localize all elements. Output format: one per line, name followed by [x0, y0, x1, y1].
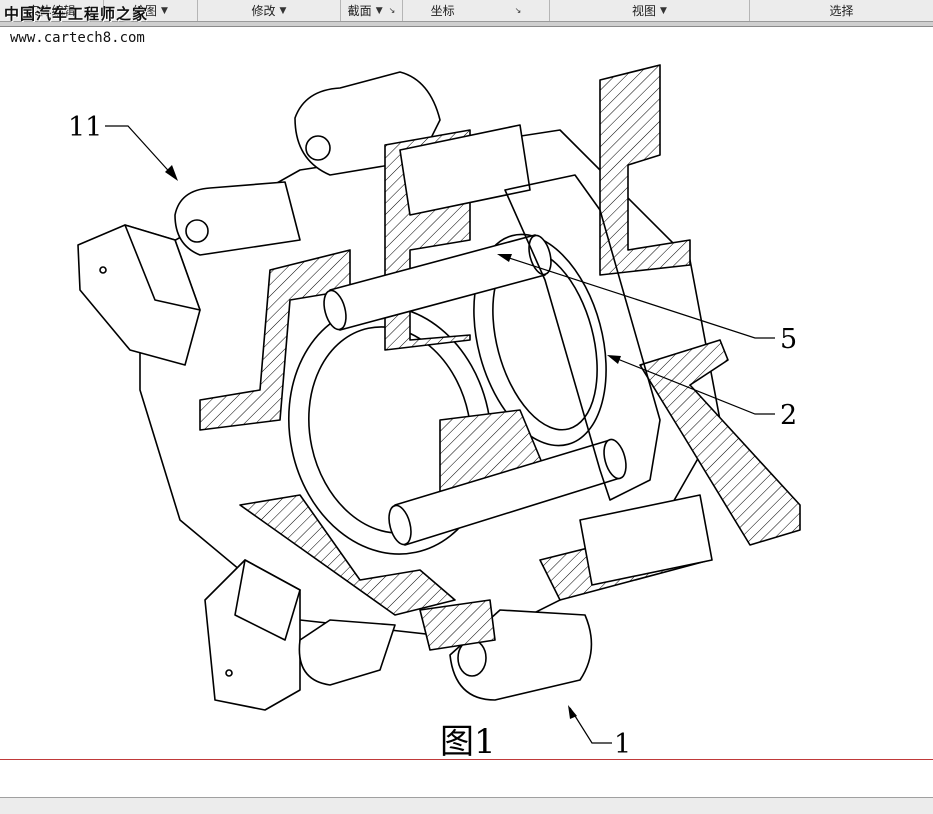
leader-11 — [105, 125, 176, 179]
hub-assembly — [77, 64, 801, 711]
bottom-left-lobe — [298, 619, 396, 686]
pin-hole — [99, 266, 107, 274]
figure-caption: 图1 — [440, 722, 496, 762]
callout-2: 2 — [780, 400, 797, 431]
technical-drawing: 11 5 2 1 图1 — [68, 64, 801, 762]
callout-11: 11 — [68, 112, 102, 143]
callout-1: 1 — [614, 729, 631, 760]
bolt-hole — [305, 135, 331, 161]
status-bar — [0, 797, 933, 814]
bolt-hole — [185, 219, 209, 243]
leader-1 — [569, 707, 612, 744]
callout-5: 5 — [780, 324, 797, 355]
pin-hole — [225, 669, 233, 677]
page-boundary-line — [0, 759, 933, 760]
